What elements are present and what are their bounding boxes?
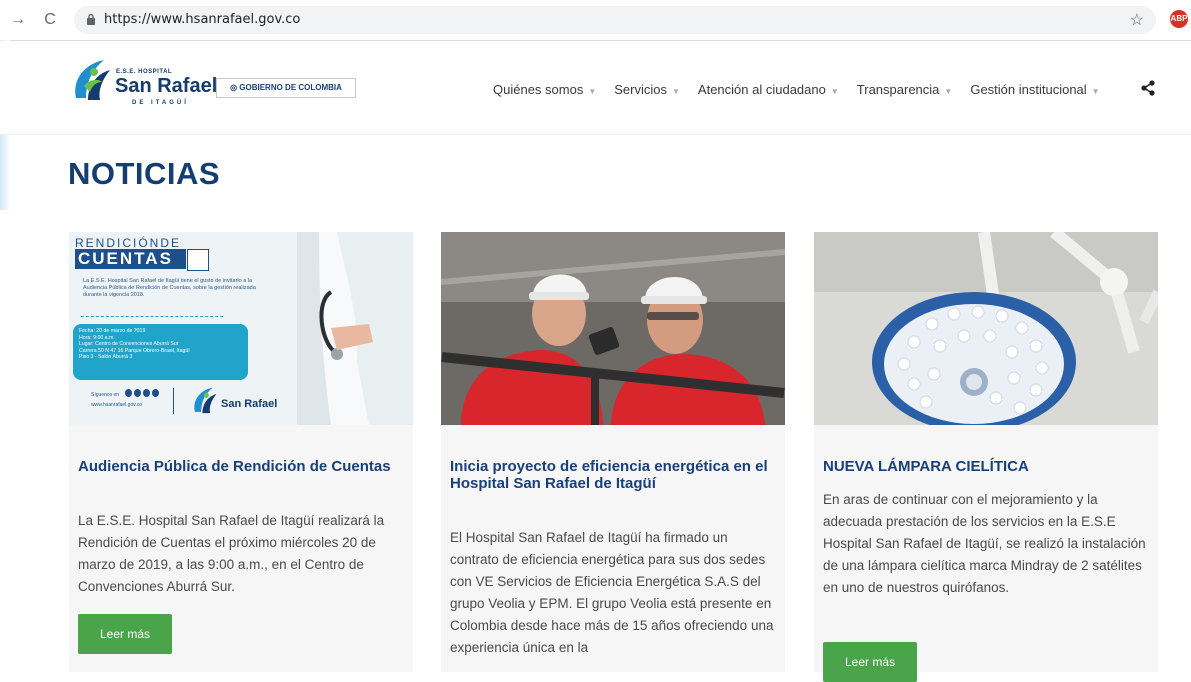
news-card: NUEVA LÁMPARA CIELÍTICA En aras de conti…	[814, 232, 1158, 682]
news-card-title[interactable]: Inicia proyecto de eficiencia energética…	[450, 458, 770, 492]
image-heading-2: CUENTAS	[75, 249, 186, 269]
nav-item-atencion-ciudadano[interactable]: Atención al ciudadano ▼	[698, 82, 839, 97]
event-detail: Lugar: Centro de Convenciones Aburrá Sur	[79, 341, 179, 348]
gobierno-colombia-badge[interactable]: ◎ GOBIERNO DE COLOMBIA	[216, 78, 356, 98]
caret-down-icon: ▼	[672, 86, 680, 96]
bookmark-star-icon[interactable]: ☆	[1130, 10, 1144, 30]
facebook-icon	[125, 389, 132, 397]
lock-icon	[87, 13, 95, 25]
event-detail: Hora: 9:00 a.m.	[79, 334, 115, 341]
address-bar[interactable]: https://www.hsanrafael.gov.co ☆	[74, 6, 1156, 34]
browser-toolbar: → C https://www.hsanrafael.gov.co ☆ ABP	[0, 0, 1191, 41]
twitter-icon	[134, 389, 141, 397]
read-more-button[interactable]: Leer más	[823, 642, 917, 682]
event-detail: Piso 3 - Salón Aburrá 3	[79, 354, 133, 361]
nav-label: Atención al ciudadano	[697, 81, 826, 97]
instagram-icon	[143, 389, 150, 397]
news-card: Inicia proyecto de eficiencia energética…	[441, 232, 785, 672]
read-more-button[interactable]: Leer más	[78, 614, 172, 654]
nav-item-transparencia[interactable]: Transparencia ▼	[857, 82, 953, 97]
caret-down-icon: ▼	[944, 86, 953, 96]
logo-mark-icon	[75, 60, 110, 100]
caret-down-icon: ▼	[588, 86, 597, 96]
nav-label: Transparencia	[856, 81, 940, 97]
image-logo-mark-icon	[194, 387, 217, 414]
news-card-text: En aras de continuar con el mejoramiento…	[823, 492, 1146, 595]
main-navigation: Quiénes somos ▼ Servicios ▼ Atención al ci…	[493, 79, 1118, 99]
caret-down-icon: ▼	[1091, 86, 1100, 96]
logo-name: San Rafael	[115, 75, 218, 97]
nav-label: Gestión institucional	[970, 81, 1087, 97]
forward-button[interactable]: →	[8, 10, 28, 30]
nav-item-quienes-somos[interactable]: Quiénes somos ▼	[493, 82, 596, 97]
hospital-logo[interactable]: E.S.E. HOSPITAL San Rafael DE ITAGÜÍ	[70, 58, 217, 108]
image-url-text: www.hsanrafael.gov.co	[91, 402, 143, 408]
news-card-image[interactable]: RENDICIÓNDE CUENTAS La E.S.E. Hospital S…	[69, 232, 413, 425]
document-icon	[187, 249, 209, 271]
youtube-icon	[152, 389, 159, 397]
site-header: E.S.E. HOSPITAL San Rafael DE ITAGÜÍ ◎ G…	[0, 41, 1191, 135]
nav-label: Servicios	[614, 81, 667, 97]
caret-down-icon: ▼	[830, 86, 839, 96]
image-logo-name: San Rafael	[221, 398, 278, 410]
news-card: RENDICIÓNDE CUENTAS La E.S.E. Hospital S…	[69, 232, 413, 672]
image-invitation-text: La E.S.E. Hospital San Rafael de Itagüí …	[83, 278, 256, 298]
image-divider	[173, 388, 174, 414]
url-text: https://www.hsanrafael.gov.co	[104, 12, 301, 27]
news-card-text: La E.S.E. Hospital San Rafael de Itagüí …	[78, 513, 385, 594]
logo-city: DE ITAGÜÍ	[132, 100, 189, 106]
engineers-photo	[441, 232, 785, 425]
share-icon[interactable]	[1140, 80, 1156, 96]
nav-item-servicios[interactable]: Servicios ▼	[614, 82, 680, 97]
nav-item-gestion-institucional[interactable]: Gestión institucional ▼	[970, 82, 1099, 97]
news-card-title[interactable]: Audiencia Pública de Rendición de Cuenta…	[78, 458, 398, 475]
news-card-title[interactable]: NUEVA LÁMPARA CIELÍTICA	[823, 458, 1143, 475]
reload-button[interactable]: C	[40, 10, 60, 30]
surgical-lamp-photo	[814, 232, 1158, 425]
news-card-text: El Hospital San Rafael de Itagüí ha firm…	[450, 530, 774, 655]
dashed-divider	[81, 316, 223, 317]
image-follow-text: Síguenos en	[91, 392, 120, 398]
nav-label: Quiénes somos	[493, 81, 584, 97]
news-card-image[interactable]	[814, 232, 1158, 425]
social-icons	[125, 389, 159, 398]
event-detail: Fecha: 20 de marzo de 2019	[79, 328, 146, 334]
page-title: NOTICIAS	[68, 156, 221, 191]
image-heading-1: RENDICIÓNDE	[75, 236, 182, 250]
news-card-image[interactable]	[441, 232, 785, 425]
event-details-box: Fecha: 20 de marzo de 2019 Hora: 9:00 a.…	[73, 324, 248, 380]
event-detail: Carrera 50 N 47 16 Parque Obrero-Brasil,…	[79, 347, 190, 354]
adblock-extension-icon[interactable]: ABP	[1170, 10, 1188, 28]
